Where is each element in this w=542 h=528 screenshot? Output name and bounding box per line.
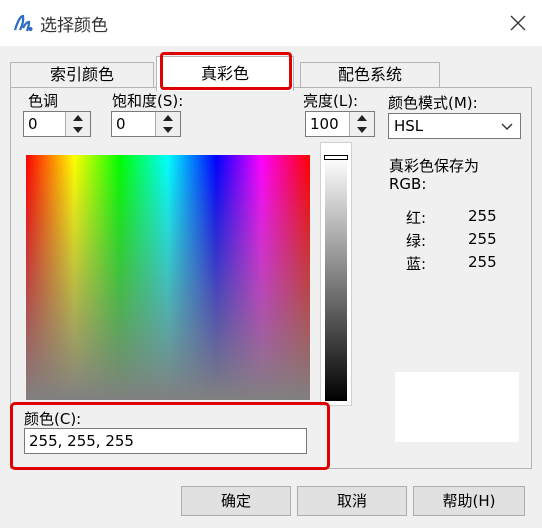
hue-spinner[interactable]: 0 [23,111,91,137]
close-icon [510,15,526,31]
arrow-up-icon [73,115,83,121]
cancel-button[interactable]: 取消 [297,486,407,516]
chevron-down-icon [501,123,513,130]
save-as-format: RGB: [389,175,427,193]
brightness-spinner[interactable]: 100 [305,111,375,137]
title-bar: 选择颜色 [0,0,542,46]
arrow-up-icon [163,115,173,121]
window-title: 选择颜色 [40,16,108,36]
color-value-input[interactable]: 255, 255, 255 [24,428,307,454]
app-logo-icon [12,12,34,34]
help-button[interactable]: 帮助(H) [413,486,525,516]
color-value-text: 255, 255, 255 [29,432,134,450]
rgb-red-label: 红: [406,209,427,227]
tab-index-color[interactable]: 索引颜色 [10,62,154,87]
color-spectrum-picker[interactable] [26,155,310,400]
saturation-spinner[interactable]: 0 [111,111,181,137]
color-mode-select[interactable]: HSL [388,113,521,139]
brightness-label: 亮度(L): [303,92,359,110]
saturation-value: 0 [116,115,126,133]
brightness-slider-thumb[interactable] [324,155,348,160]
ok-button[interactable]: 确定 [181,486,291,516]
color-mode-value: HSL [394,117,424,135]
saturation-label: 饱和度(S): [112,92,184,110]
arrow-down-icon [357,127,367,133]
color-field-label: 颜色(C): [24,410,82,428]
rgb-green-label: 绿: [406,232,427,250]
brightness-slider[interactable] [320,142,352,406]
arrow-up-icon [357,115,367,121]
hue-down-button[interactable] [66,124,90,136]
rgb-green-value: 255 [468,230,497,248]
rgb-blue-label: 蓝: [406,255,427,273]
tab-true-color[interactable]: 真彩色 [156,56,294,91]
brightness-down-button[interactable] [350,124,374,136]
save-as-label: 真彩色保存为 [389,157,480,175]
hue-label: 色调 [28,92,59,110]
rgb-blue-value: 255 [468,253,497,271]
arrow-down-icon [163,127,173,133]
brightness-value: 100 [310,115,339,133]
saturation-down-button[interactable] [156,124,180,136]
color-mode-label: 颜色模式(M): [388,94,478,112]
brightness-gradient[interactable] [325,157,347,401]
hue-value: 0 [28,115,38,133]
rgb-red-value: 255 [468,207,497,225]
arrow-down-icon [73,127,83,133]
close-button[interactable] [502,8,534,38]
tab-color-books[interactable]: 配色系统 [300,62,440,87]
color-preview-swatch [395,372,519,442]
